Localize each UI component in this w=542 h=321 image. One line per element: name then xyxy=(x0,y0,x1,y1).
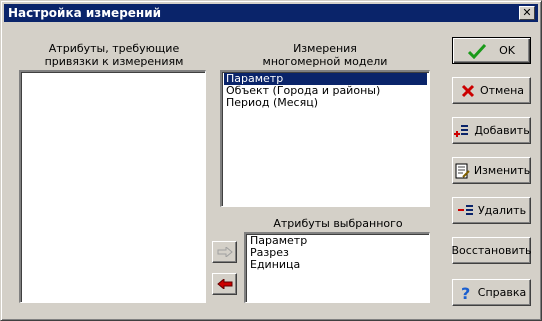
svg-text:?: ? xyxy=(461,285,470,301)
help-button[interactable]: ? Справка xyxy=(452,279,531,306)
ok-label: OK xyxy=(499,44,515,57)
arrow-left-icon xyxy=(216,279,232,289)
remove-item-icon xyxy=(457,202,475,220)
dimensions-list[interactable]: Параметр Объект (Города и районы) Период… xyxy=(220,70,430,207)
move-right-button[interactable] xyxy=(212,241,237,263)
close-button[interactable]: ✕ xyxy=(519,6,535,20)
edit-document-icon xyxy=(453,162,471,180)
restore-label: Восстановить xyxy=(451,244,532,257)
title-bar[interactable]: Настройка измерений ✕ xyxy=(4,4,538,22)
unbound-attributes-list[interactable] xyxy=(19,70,206,303)
add-item-icon xyxy=(453,122,471,140)
restore-button[interactable]: Восстановить xyxy=(452,237,531,264)
attribute-item[interactable]: Единица xyxy=(248,259,427,271)
ok-button[interactable]: OK xyxy=(452,37,531,64)
red-x-icon xyxy=(459,82,477,100)
window-title: Настройка измерений xyxy=(8,6,162,20)
dimension-attributes-list[interactable]: Параметр Разрез Единица xyxy=(244,232,430,303)
dimension-item[interactable]: Период (Месяц) xyxy=(224,97,427,109)
add-button[interactable]: Добавить xyxy=(452,117,531,144)
delete-button[interactable]: Удалить xyxy=(452,197,531,224)
dimensions-caption-line1: Измерения xyxy=(293,42,357,55)
close-icon: ✕ xyxy=(522,6,532,19)
edit-button[interactable]: Изменить xyxy=(452,157,531,184)
cancel-label: Отмена xyxy=(479,84,525,97)
help-label: Справка xyxy=(477,286,527,299)
cancel-button[interactable]: Отмена xyxy=(452,77,531,104)
edit-label: Изменить xyxy=(473,164,531,177)
move-left-button[interactable] xyxy=(212,273,237,295)
left-caption-line1: Атрибуты, требующие xyxy=(48,42,180,55)
delete-label: Удалить xyxy=(477,204,527,217)
dimensions-caption: Измерения многомерной модели xyxy=(220,42,430,68)
dimensions-caption-line2: многомерной модели xyxy=(262,55,388,68)
arrow-right-icon xyxy=(217,247,233,257)
add-label: Добавить xyxy=(474,124,530,137)
question-mark-icon: ? xyxy=(457,284,475,302)
checkmark-icon xyxy=(468,42,487,60)
dialog-window: Настройка измерений ✕ Атрибуты, требующи… xyxy=(0,0,542,321)
left-panel-caption: Атрибуты, требующие привязки к измерения… xyxy=(21,42,207,68)
left-caption-line2: привязки к измерениям xyxy=(44,55,184,68)
